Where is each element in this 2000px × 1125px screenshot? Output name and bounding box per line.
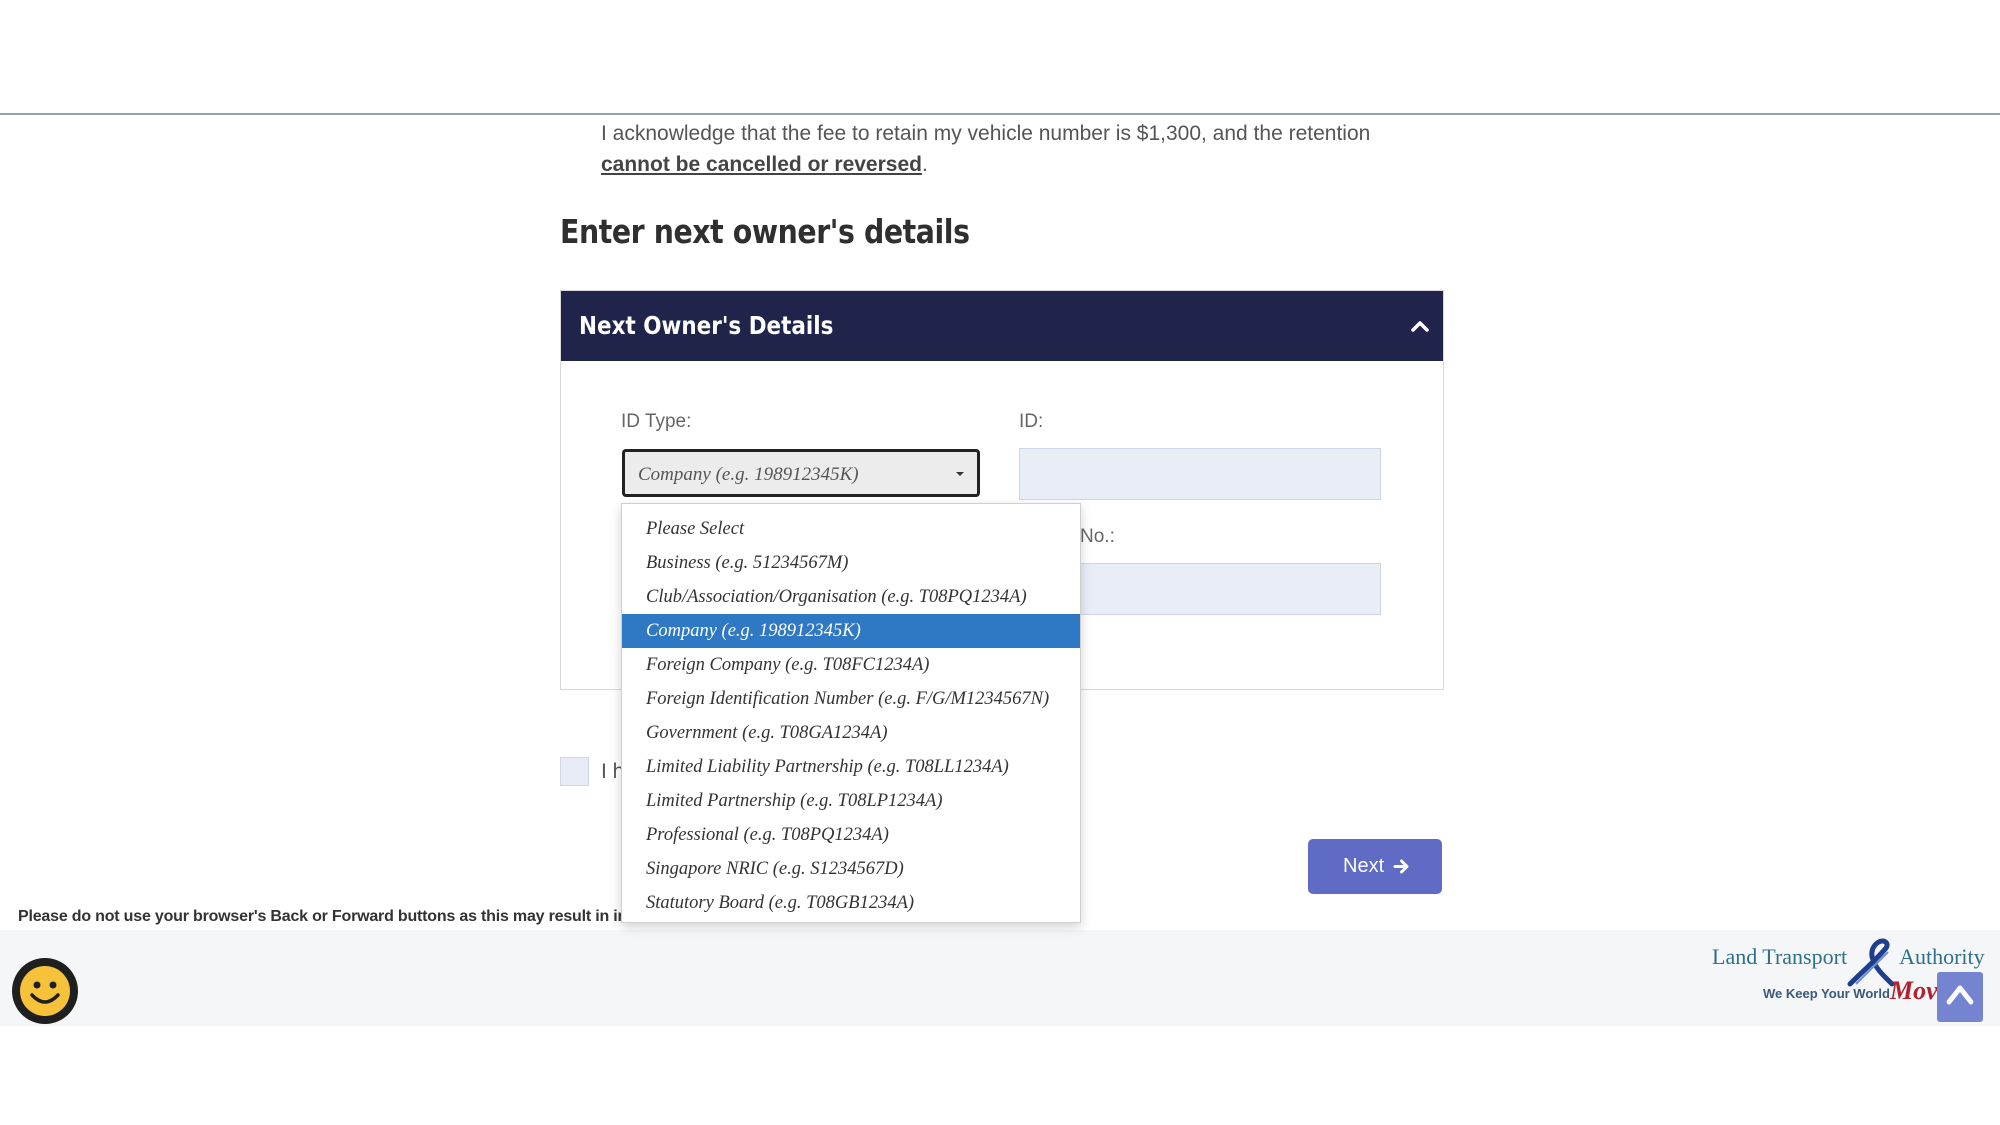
dropdown-option[interactable]: Club/Association/Organisation (e.g. T08P… <box>622 580 1080 614</box>
dropdown-option[interactable]: Foreign Identification Number (e.g. F/G/… <box>622 682 1080 716</box>
dropdown-option[interactable]: Please Select <box>622 512 1080 546</box>
id-type-label: ID Type: <box>621 411 692 432</box>
acknowledgement-end: . <box>921 153 928 176</box>
dropdown-option[interactable]: Government (e.g. T08GA1234A) <box>622 716 1080 750</box>
secondary-field-label: No.: <box>1080 526 1115 547</box>
dropdown-option[interactable]: Limited Liability Partnership (e.g. T08L… <box>622 750 1080 784</box>
smiley-icon <box>20 966 70 1016</box>
dropdown-option[interactable]: Company (e.g. 198912345K) <box>622 614 1080 648</box>
browser-navigation-warning: Please do not use your browser's Back or… <box>18 908 642 925</box>
arrow-up-icon <box>1946 985 1974 1005</box>
acknowledgement-text: I acknowledge that the fee to retain my … <box>601 118 1441 180</box>
id-input[interactable] <box>1019 448 1381 500</box>
top-header-bar <box>0 0 2000 115</box>
lta-name-left: Land Transport <box>1712 944 1848 969</box>
acknowledgement-emphasis: cannot be cancelled or reversed <box>601 153 922 176</box>
lta-tagline: We Keep Your World <box>1763 986 1890 1001</box>
declaration-checkbox[interactable] <box>560 757 589 786</box>
panel-header[interactable]: Next Owner's Details <box>561 291 1443 361</box>
panel-title: Next Owner's Details <box>579 311 834 340</box>
id-type-selected-value: Company (e.g. 198912345K) <box>638 464 859 485</box>
dropdown-option[interactable]: Business (e.g. 51234567M) <box>622 546 1080 580</box>
section-heading: Enter next owner's details <box>560 212 970 251</box>
page-footer: Land Transport Authority We Keep Your Wor… <box>0 930 2000 1026</box>
dropdown-option[interactable]: Limited Partnership (e.g. T08LP1234A) <box>622 784 1080 818</box>
caret-down-icon <box>956 472 964 476</box>
next-button[interactable]: Next <box>1308 839 1442 894</box>
acknowledgement-lead: I acknowledge that the fee to retain my … <box>601 122 1371 145</box>
dropdown-option[interactable]: Singapore NRIC (e.g. S1234567D) <box>622 852 1080 886</box>
lta-name-right: Authority <box>1899 944 1985 969</box>
id-label: ID: <box>1019 411 1044 432</box>
dropdown-option[interactable]: Foreign Company (e.g. T08FC1234A) <box>622 648 1080 682</box>
back-to-top-button[interactable] <box>1937 972 1983 1022</box>
id-type-dropdown-list: Please Select Business (e.g. 51234567M) Cl… <box>621 503 1081 923</box>
next-button-label: Next <box>1343 855 1385 877</box>
chat-launcher-button[interactable] <box>12 958 78 1024</box>
dropdown-option[interactable]: Statutory Board (e.g. T08GB1234A) <box>622 886 1080 920</box>
dropdown-option[interactable]: Professional (e.g. T08PQ1234A) <box>622 818 1080 852</box>
arrow-right-icon <box>1393 859 1409 874</box>
chevron-up-icon[interactable] <box>1409 315 1431 337</box>
lta-tagline-script: Mov <box>1890 976 1938 1005</box>
id-type-select[interactable]: Company (e.g. 198912345K) <box>622 449 980 497</box>
